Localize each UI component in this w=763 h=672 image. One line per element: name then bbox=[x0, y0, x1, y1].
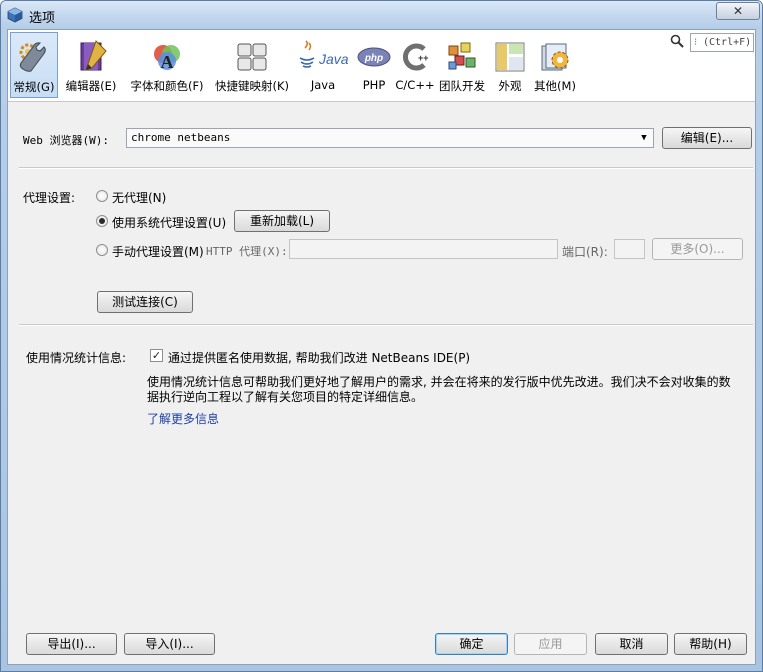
tab-php-label: PHP bbox=[362, 78, 386, 92]
http-proxy-input[interactable] bbox=[289, 239, 558, 259]
svg-text:++: ++ bbox=[418, 53, 429, 63]
import-button[interactable]: 导入(I)... bbox=[124, 633, 215, 655]
tab-appearance-label: 外观 bbox=[498, 79, 522, 93]
browser-value: chrome netbeans bbox=[131, 131, 231, 144]
tab-cpp[interactable]: ++ C/C++ bbox=[394, 32, 436, 98]
tab-appearance[interactable]: 外观 bbox=[490, 32, 530, 98]
search-icon bbox=[670, 34, 684, 48]
search-placeholder: (Ctrl+F) bbox=[703, 37, 752, 48]
proxy-label: 代理设置: bbox=[23, 191, 76, 205]
php-icon: php bbox=[357, 47, 391, 67]
tab-team-label: 团队开发 bbox=[439, 79, 485, 93]
separator bbox=[19, 167, 753, 169]
title-bar[interactable]: 选项 ✕ bbox=[1, 1, 762, 29]
window-title: 选项 bbox=[29, 11, 56, 26]
tab-misc-label: 其他(M) bbox=[534, 79, 576, 93]
tab-php[interactable]: php PHP bbox=[356, 32, 392, 98]
export-button[interactable]: 导出(I)... bbox=[26, 633, 117, 655]
reload-button[interactable]: 重新加载(L) bbox=[234, 210, 330, 232]
help-button[interactable]: 帮助(H) bbox=[674, 633, 747, 655]
proxy-manual-label: 手动代理设置(M) bbox=[112, 245, 204, 259]
port-label: 端口(R): bbox=[562, 245, 608, 259]
category-toolbar: 常规(G) 编辑器(E) A 字体和颜色(F) 快捷键映射(K) Java Ja… bbox=[8, 30, 755, 102]
tab-editor[interactable]: 编辑器(E) bbox=[60, 32, 122, 98]
tab-editor-label: 编辑器(E) bbox=[65, 79, 117, 93]
close-button[interactable]: ✕ bbox=[716, 2, 760, 20]
tab-general-label: 常规(G) bbox=[13, 80, 55, 94]
netbeans-app-icon bbox=[7, 7, 23, 23]
svg-text:php: php bbox=[364, 53, 383, 64]
proxy-none-label: 无代理(N) bbox=[112, 191, 167, 205]
proxy-system-label: 使用系统代理设置(U) bbox=[112, 216, 227, 230]
team-icon bbox=[448, 42, 476, 70]
usage-label: 使用情况统计信息: bbox=[26, 351, 127, 365]
proxy-none-radio[interactable] bbox=[96, 190, 108, 202]
browser-edit-button[interactable]: 编辑(E)... bbox=[662, 127, 752, 149]
dialog-body: 常规(G) 编辑器(E) A 字体和颜色(F) 快捷键映射(K) Java Ja… bbox=[7, 29, 756, 665]
text-cursor-icon: ⁝ bbox=[694, 37, 698, 48]
keymap-icon bbox=[237, 43, 267, 71]
usage-description: 使用情况统计信息可帮助我们更好地了解用户的需求, 并会在将来的发行版中优先改进。… bbox=[147, 375, 747, 405]
search-input[interactable]: ⁝ (Ctrl+F) bbox=[690, 33, 754, 52]
tab-cpp-label: C/C++ bbox=[395, 78, 435, 92]
separator bbox=[19, 324, 753, 326]
java-icon: Java bbox=[299, 40, 349, 68]
tab-java[interactable]: Java Java bbox=[296, 32, 350, 98]
usage-checkbox[interactable]: ✓ bbox=[150, 349, 163, 362]
svg-text:A: A bbox=[161, 52, 174, 72]
browser-select[interactable]: chrome netbeans ▼ bbox=[126, 128, 654, 148]
svg-text:Java: Java bbox=[318, 51, 349, 67]
tab-fonts-colors[interactable]: A 字体和颜色(F) bbox=[124, 32, 210, 98]
http-proxy-label: HTTP 代理(X): bbox=[206, 245, 288, 258]
ok-button[interactable]: 确定 bbox=[435, 633, 508, 655]
tab-keymap-label: 快捷键映射(K) bbox=[214, 79, 289, 93]
proxy-manual-radio[interactable] bbox=[96, 244, 108, 256]
misc-icon bbox=[541, 43, 569, 71]
test-connection-button[interactable]: 测试连接(C) bbox=[97, 291, 193, 313]
options-window: 选项 ✕ 常规(G) 编辑器(E) A 字体和颜色(F) 快捷键映射(K) Ja… bbox=[0, 0, 763, 672]
usage-description-line-1: 使用情况统计信息可帮助我们更好地了解用户的需求, 并会在将来的发行版中优先改进。… bbox=[147, 375, 731, 389]
learn-more-link[interactable]: 了解更多信息 bbox=[147, 410, 219, 427]
chevron-down-icon: ▼ bbox=[641, 133, 647, 143]
appearance-icon bbox=[495, 42, 525, 72]
browser-label: Web 浏览器(W): bbox=[23, 134, 109, 147]
general-icon bbox=[19, 42, 46, 72]
tab-fonts-colors-label: 字体和颜色(F) bbox=[130, 79, 204, 93]
usage-checkbox-label: 通过提供匿名使用数据, 帮助我们改进 NetBeans IDE(P) bbox=[168, 351, 471, 365]
editor-icon bbox=[80, 40, 107, 71]
fonts-colors-icon: A bbox=[154, 45, 180, 72]
tab-team[interactable]: 团队开发 bbox=[436, 32, 488, 98]
tab-general[interactable]: 常规(G) bbox=[10, 32, 58, 98]
tab-misc[interactable]: 其他(M) bbox=[532, 32, 578, 98]
proxy-system-radio[interactable] bbox=[96, 215, 108, 227]
apply-button[interactable]: 应用 bbox=[514, 633, 587, 655]
usage-description-line-2: 据执行逆向工程以了解有关您项目的特定详细信息。 bbox=[147, 390, 424, 404]
tab-keymap[interactable]: 快捷键映射(K) bbox=[210, 32, 294, 98]
more-button[interactable]: 更多(O)... bbox=[652, 238, 743, 260]
checkmark-icon: ✓ bbox=[151, 349, 162, 362]
cancel-button[interactable]: 取消 bbox=[595, 633, 668, 655]
close-icon: ✕ bbox=[732, 4, 744, 18]
port-input[interactable] bbox=[614, 239, 645, 259]
tab-java-label: Java bbox=[310, 78, 336, 92]
cpp-icon: ++ bbox=[403, 43, 429, 71]
